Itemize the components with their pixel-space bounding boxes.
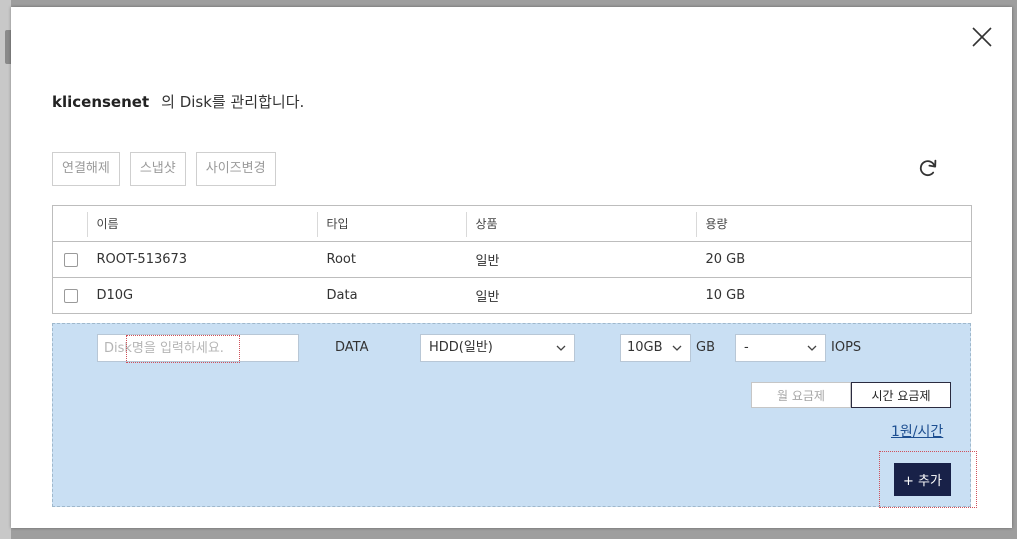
host-name: klicensenet xyxy=(52,93,150,111)
disk-table: 이름 타입 상품 용량 ROOT-513673 Root 일반 20 GB D1… xyxy=(52,205,972,314)
close-icon xyxy=(972,27,992,47)
billing-toggle: 월 요금제 시간 요금제 xyxy=(751,382,951,408)
disk-type: Root xyxy=(326,252,356,267)
snapshot-button[interactable]: 스냅샷 xyxy=(129,152,186,186)
chevron-down-icon xyxy=(672,344,682,352)
detach-button[interactable]: 연결해제 xyxy=(52,152,120,186)
chevron-down-icon xyxy=(807,344,817,352)
add-disk-button[interactable]: + 추가 xyxy=(894,463,951,496)
toolbar: 연결해제 스냅샷 사이즈변경 xyxy=(52,152,276,186)
disk-name: D10G xyxy=(96,288,134,303)
iops-select[interactable]: - xyxy=(735,334,826,362)
add-disk-panel: DATA HDD(일반) 10GB GB - IOPS 월 요금제 시간 요금제… xyxy=(52,323,977,508)
title-description: 의 Disk를 관리합니다. xyxy=(161,93,305,111)
refresh-icon xyxy=(919,159,937,177)
select-column-header xyxy=(52,205,87,242)
disk-size: 10 GB xyxy=(705,288,746,303)
size-select[interactable]: 10GB xyxy=(620,334,691,362)
disk-manage-modal: klicensenet 의 Disk를 관리합니다. 연결해제 스냅샷 사이즈변경… xyxy=(11,7,1012,528)
row-checkbox[interactable] xyxy=(64,288,78,303)
iops-select-value: - xyxy=(744,340,749,355)
size-select-value: 10GB xyxy=(627,340,663,355)
resize-button[interactable]: 사이즈변경 xyxy=(195,152,276,186)
table-row[interactable]: D10G Data 일반 10 GB xyxy=(52,277,972,314)
disk-type-label: DATA xyxy=(335,340,369,355)
page-title: klicensenet 의 Disk를 관리합니다. xyxy=(52,91,304,112)
table-header-row: 이름 타입 상품 용량 xyxy=(52,205,972,242)
disk-name: ROOT-513673 xyxy=(96,252,188,267)
size-unit-label: GB xyxy=(696,340,715,355)
product-select-value: HDD(일반) xyxy=(429,340,493,355)
chevron-down-icon xyxy=(556,344,566,352)
billing-hourly-button[interactable]: 시간 요금제 xyxy=(851,382,951,408)
backdrop xyxy=(0,0,11,539)
column-header-product[interactable]: 상품 xyxy=(465,205,696,242)
product-select[interactable]: HDD(일반) xyxy=(420,334,575,362)
billing-monthly-button[interactable]: 월 요금제 xyxy=(751,382,851,408)
row-checkbox[interactable] xyxy=(64,252,78,267)
disk-product: 일반 xyxy=(475,290,500,305)
disk-product: 일반 xyxy=(475,254,500,269)
disk-type: Data xyxy=(326,288,358,303)
iops-unit-label: IOPS xyxy=(831,340,862,355)
table-row[interactable]: ROOT-513673 Root 일반 20 GB xyxy=(53,242,972,278)
disk-size: 20 GB xyxy=(705,252,746,267)
price-link[interactable]: 1원/시간 xyxy=(891,421,943,441)
disk-name-input[interactable] xyxy=(97,334,299,362)
column-header-type[interactable]: 타입 xyxy=(316,205,466,242)
refresh-button[interactable] xyxy=(917,157,939,179)
column-header-name[interactable]: 이름 xyxy=(86,205,317,242)
close-button[interactable] xyxy=(970,25,994,49)
column-header-size[interactable]: 용량 xyxy=(695,205,972,242)
